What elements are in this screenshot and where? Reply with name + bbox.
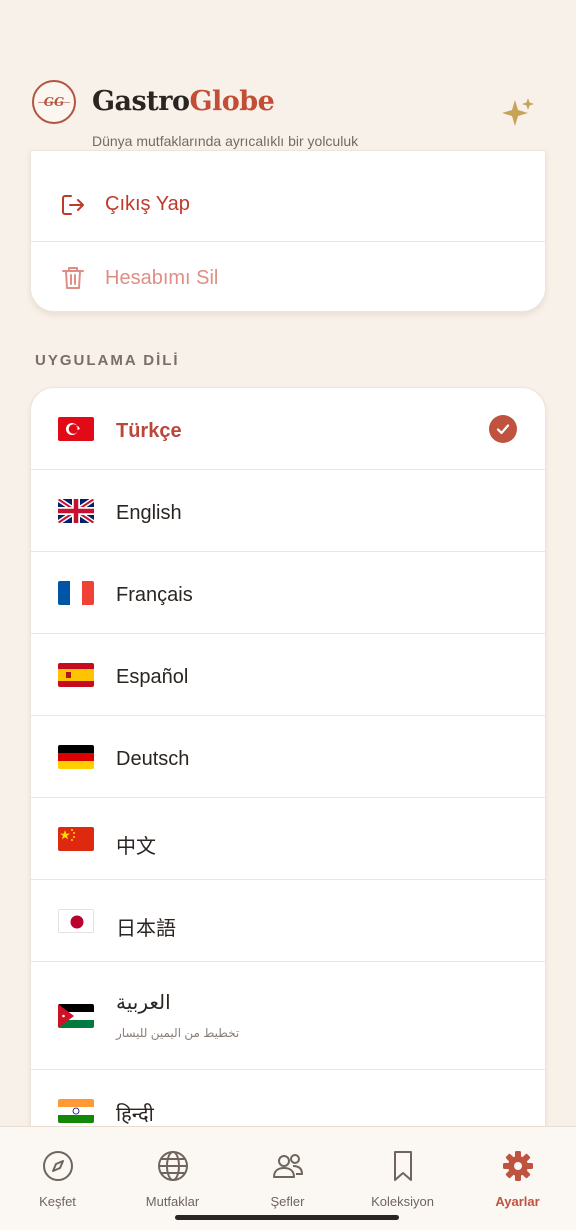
tab-label: Şefler: [270, 1194, 305, 1209]
language-label: Türkçe: [116, 420, 182, 442]
delete-account-row[interactable]: Hesabımı Sil: [31, 242, 545, 317]
language-option-french[interactable]: Français: [31, 552, 545, 634]
trash-icon: [62, 267, 84, 289]
language-label: 中文: [116, 836, 156, 858]
language-label: 日本語: [116, 918, 176, 940]
logout-icon: [62, 195, 84, 215]
flag-uk-icon: [58, 499, 94, 523]
brand-title: GastroGlobe: [92, 86, 275, 117]
language-option-spanish[interactable]: Español: [31, 634, 545, 716]
bookmark-icon: [394, 1151, 412, 1181]
language-option-german[interactable]: Deutsch: [31, 716, 545, 798]
app-header: GG GastroGlobe Dünya mutfaklarında ayrıc…: [0, 0, 576, 166]
account-actions-card: Çıkış Yap Hesabımı Sil: [30, 150, 546, 312]
language-option-arabic[interactable]: العربية تخطيط من اليمين لليسار: [31, 962, 545, 1070]
language-label: हिन्दी: [116, 1104, 154, 1126]
language-label: English: [116, 502, 182, 524]
logo-icon: GG: [32, 80, 76, 124]
gear-icon: [503, 1151, 533, 1181]
tab-ayarlar[interactable]: Ayarlar: [460, 1127, 575, 1230]
flag-germany-icon: [58, 745, 94, 769]
tab-label: Ayarlar: [495, 1194, 540, 1209]
flag-china-icon: [58, 827, 94, 851]
language-label: Español: [116, 666, 189, 688]
sparkle-icon[interactable]: [500, 96, 536, 132]
language-option-turkish[interactable]: Türkçe: [31, 388, 545, 470]
people-icon: [273, 1154, 303, 1178]
home-indicator[interactable]: [175, 1215, 399, 1220]
checkmark-icon: [489, 415, 517, 443]
language-option-japanese[interactable]: 日本語: [31, 880, 545, 962]
tab-label: Keşfet: [39, 1194, 76, 1209]
logo-text: GG: [43, 95, 65, 109]
language-list: Türkçe English Français Español Deutsch: [30, 387, 546, 1147]
flag-turkey-icon: [58, 417, 94, 441]
globe-icon: [158, 1151, 188, 1181]
logout-row[interactable]: Çıkış Yap: [31, 167, 545, 242]
flag-japan-icon: [58, 909, 94, 933]
flag-jordan-icon: [58, 1004, 94, 1028]
brand-part-2: Globe: [189, 86, 275, 117]
tab-label: Mutfaklar: [145, 1194, 200, 1209]
language-label: العربية: [116, 992, 171, 1014]
language-option-chinese[interactable]: 中文: [31, 798, 545, 880]
compass-icon: [43, 1151, 73, 1181]
flag-france-icon: [58, 581, 94, 605]
flag-india-icon: [58, 1099, 94, 1123]
tab-kesfet[interactable]: Keşfet: [0, 1127, 115, 1230]
brand-part-1: Gastro: [92, 86, 190, 117]
logout-label: Çıkış Yap: [105, 193, 190, 215]
language-label: Français: [116, 584, 193, 606]
language-label: Deutsch: [116, 748, 190, 770]
tagline: Dünya mutfaklarında ayrıcalıklı bir yolc…: [92, 133, 359, 149]
delete-account-label: Hesabımı Sil: [105, 267, 219, 289]
language-option-english[interactable]: English: [31, 470, 545, 552]
flag-spain-icon: [58, 663, 94, 687]
language-sublabel: تخطيط من اليمين لليسار: [116, 1026, 240, 1040]
language-section-title: UYGULAMA DİLİ: [35, 352, 180, 369]
tab-label: Koleksiyon: [371, 1194, 434, 1209]
